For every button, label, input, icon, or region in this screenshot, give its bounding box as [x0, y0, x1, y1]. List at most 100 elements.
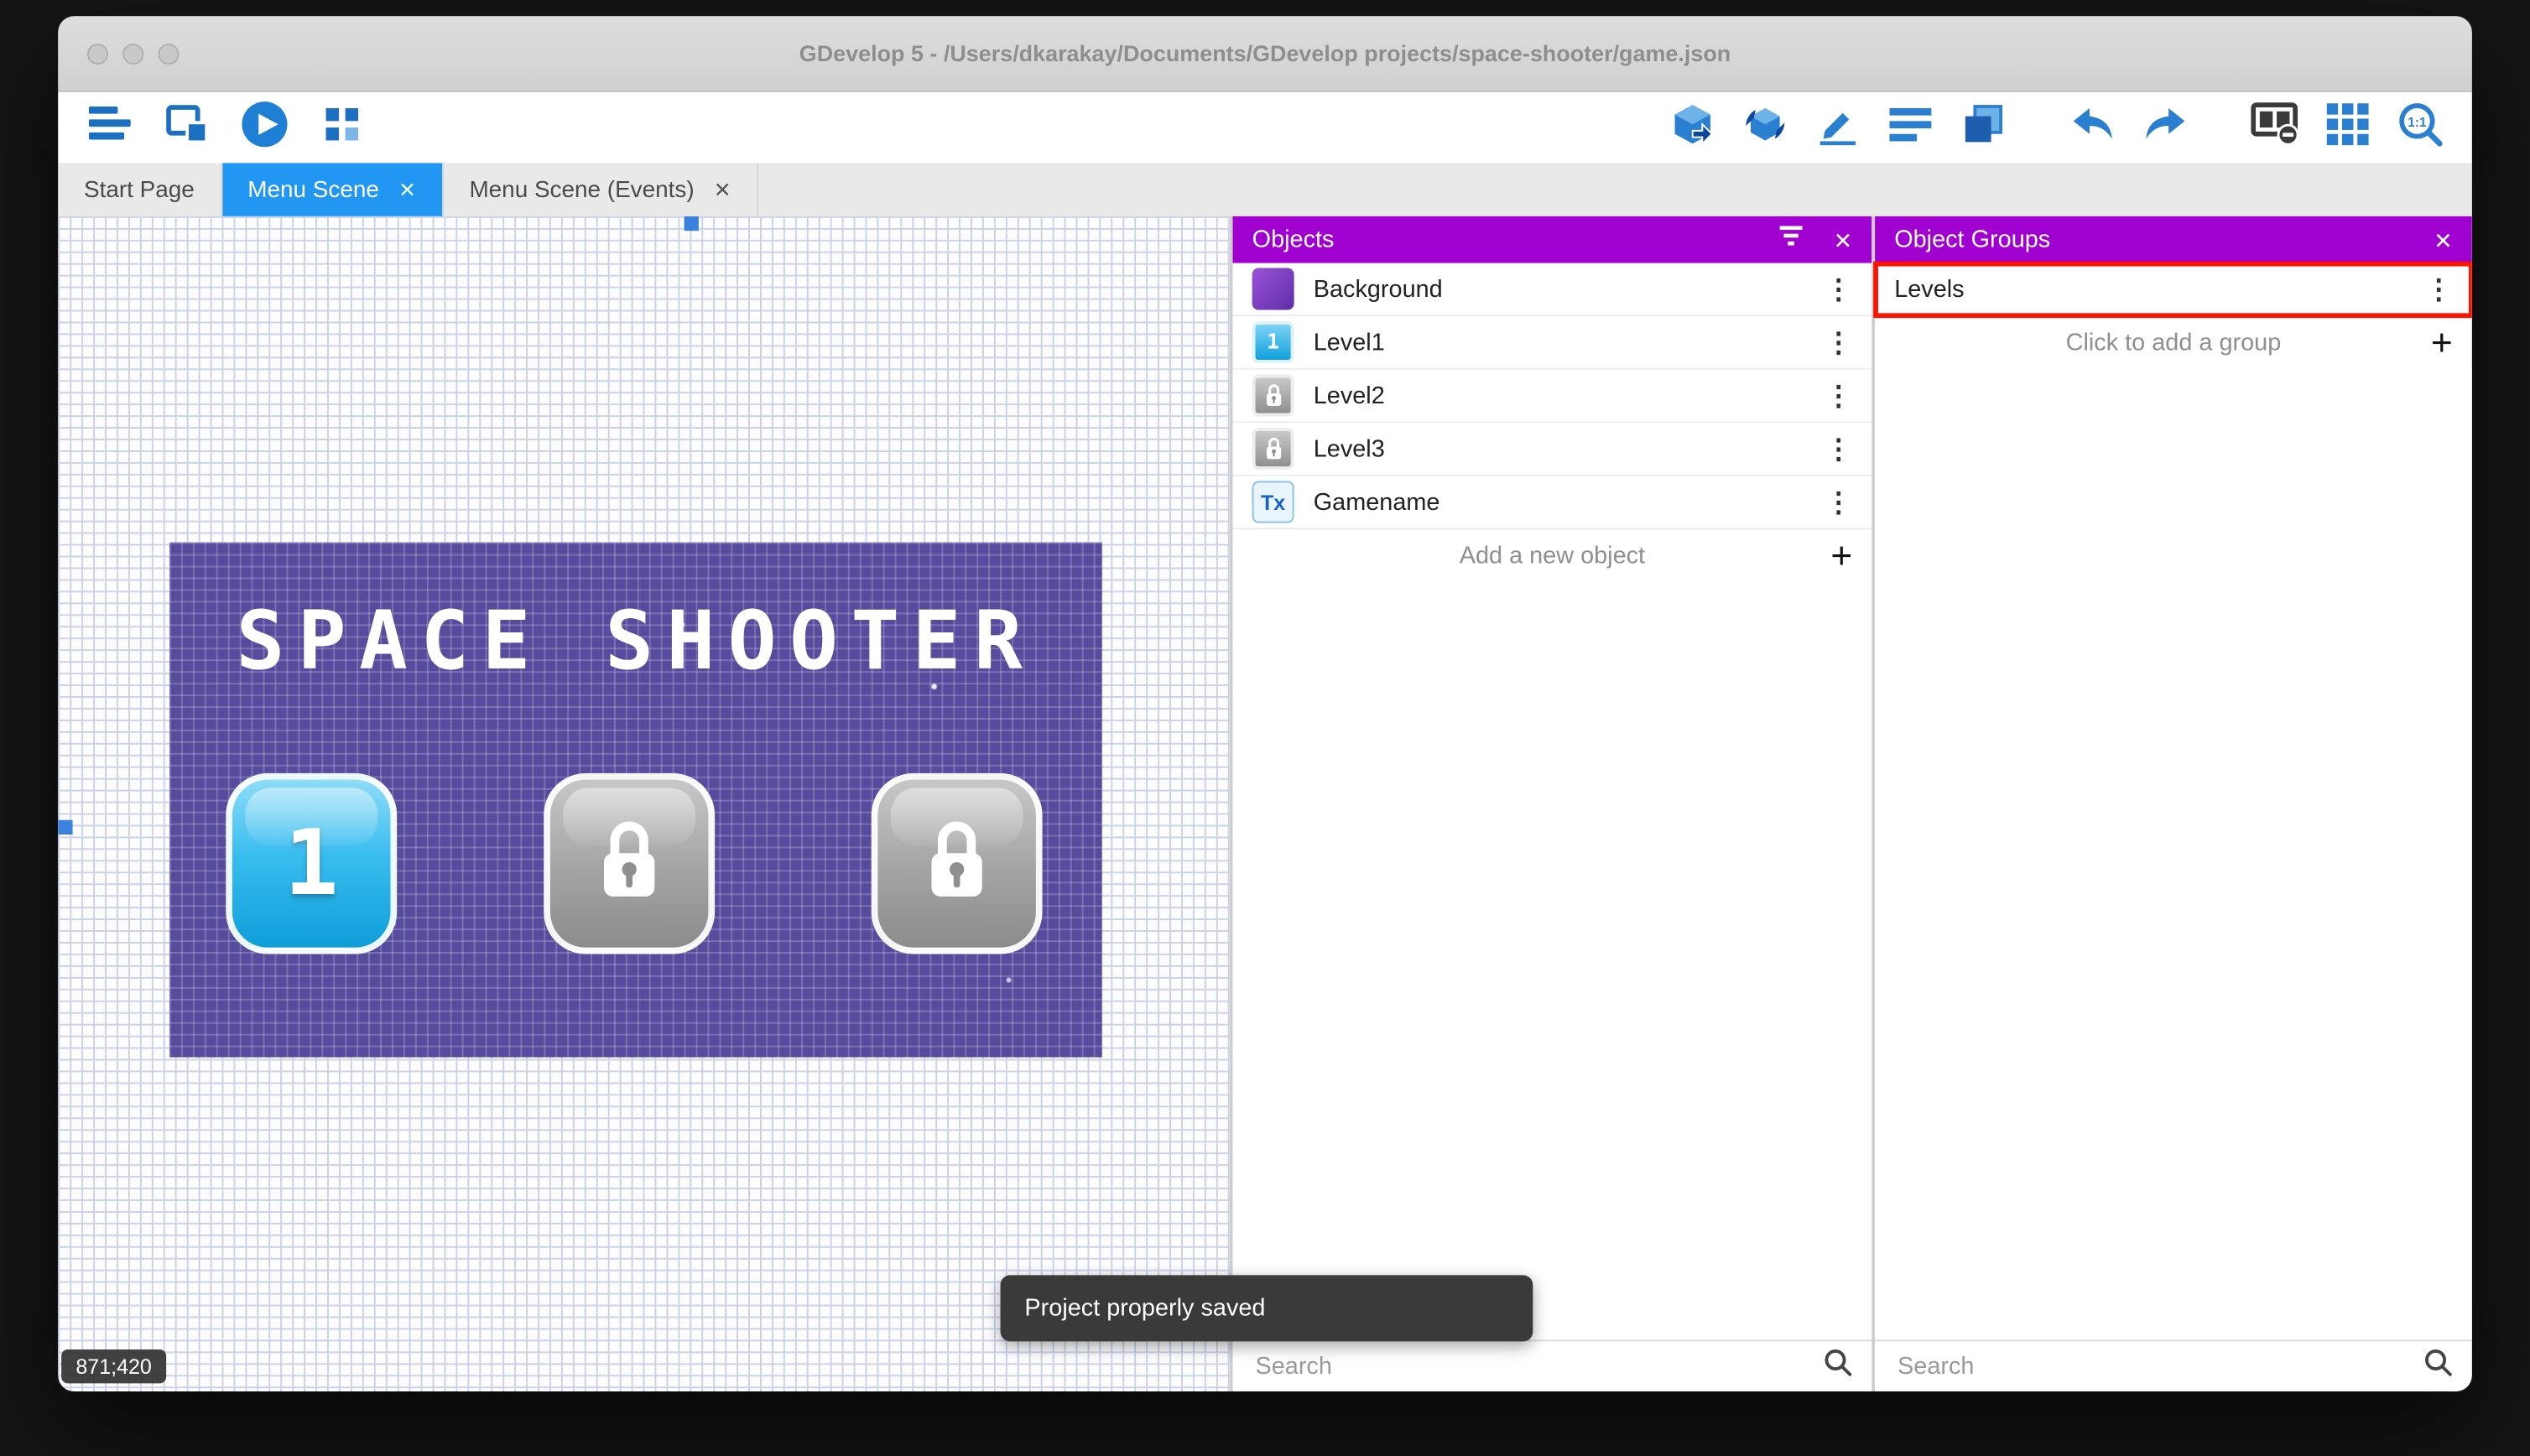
- object-groups-panel: Object Groups ✕ Levels ⋮ Click to add a …: [1873, 216, 2472, 1392]
- add-group-button[interactable]: Click to add a group +: [1875, 316, 2472, 370]
- scene-window-icon: [166, 104, 209, 151]
- preview-play-button[interactable]: [239, 101, 291, 153]
- cube-export-icon: [1672, 102, 1714, 153]
- export-object-button[interactable]: [1667, 101, 1719, 153]
- scene-editor-button[interactable]: [161, 101, 213, 153]
- background-object[interactable]: SPACE SHOOTER 1: [169, 542, 1102, 1058]
- play-icon: [241, 99, 289, 155]
- lock-icon: [919, 814, 993, 913]
- project-manager-button[interactable]: [84, 101, 136, 153]
- traffic-lights: [86, 16, 180, 91]
- redo-button[interactable]: [2140, 101, 2192, 153]
- group-row-levels[interactable]: Levels ⋮: [1873, 261, 2472, 319]
- tab-close-icon[interactable]: ✕: [714, 179, 731, 200]
- groups-panel-title: Object Groups: [1894, 226, 2051, 254]
- objects-panel-title: Objects: [1252, 226, 1335, 254]
- tab-label: Menu Scene (Events): [469, 176, 695, 203]
- object-name: Gamename: [1313, 488, 1440, 516]
- grid-icon: [2326, 102, 2369, 153]
- undo-button[interactable]: [2067, 101, 2119, 153]
- gdevelop-window: GDevelop 5 - /Users/dkarakay/Documents/G…: [58, 16, 2472, 1392]
- layers-panel-button[interactable]: [1957, 101, 2009, 153]
- object-name: Background: [1313, 275, 1443, 303]
- selection-handle[interactable]: [684, 216, 699, 231]
- add-object-label: Add a new object: [1459, 542, 1646, 570]
- close-icon[interactable]: ✕: [1834, 228, 1853, 251]
- kebab-menu-icon[interactable]: ⋮: [1825, 275, 1852, 303]
- search-icon: [1824, 1348, 1853, 1385]
- kebab-menu-icon[interactable]: ⋮: [1825, 329, 1852, 356]
- tab-menu-scene[interactable]: Menu Scene ✕: [221, 163, 444, 216]
- zoom-level-label: 1:1: [2408, 115, 2427, 129]
- groups-panel-header: Object Groups ✕: [1875, 216, 2472, 263]
- save-toast: Project properly saved: [1000, 1275, 1533, 1342]
- close-window-button[interactable]: [86, 43, 108, 65]
- tab-menu-scene-events[interactable]: Menu Scene (Events) ✕: [444, 163, 759, 216]
- tab-label: Start Page: [84, 176, 195, 203]
- refresh-instances-button[interactable]: [1740, 101, 1792, 153]
- scene-canvas[interactable]: SPACE SHOOTER 1 871;420: [58, 216, 1230, 1392]
- main-toolbar: 1:1: [58, 91, 2472, 164]
- lock-thumbnail-icon: [1252, 428, 1294, 471]
- groups-panel-body: [1875, 369, 2472, 1340]
- tab-close-icon[interactable]: ✕: [398, 179, 416, 200]
- minimize-window-button[interactable]: [122, 43, 144, 65]
- level1-object[interactable]: 1: [226, 772, 398, 954]
- toolbar-left-group: [84, 101, 368, 153]
- edit-scene-button[interactable]: [1812, 101, 1864, 153]
- groups-search-bar: [1875, 1339, 2472, 1391]
- cursor-coordinates: 871;420: [61, 1349, 167, 1384]
- filter-icon[interactable]: [1778, 225, 1804, 256]
- filmstrip-minus-icon: [2251, 101, 2299, 153]
- screen: GDevelop 5 - /Users/dkarakay/Documents/G…: [0, 0, 2530, 1456]
- editor-tabbar: Start Page Menu Scene ✕ Menu Scene (Even…: [58, 163, 2472, 216]
- object-row-level2[interactable]: Level2 ⋮: [1232, 369, 1872, 424]
- debug-icon: [323, 104, 362, 151]
- objects-search-input[interactable]: [1252, 1350, 1811, 1382]
- group-name: Levels: [1894, 275, 1965, 303]
- objects-panel: Objects ✕ Background ⋮ 1 Level1 ⋮ Level2…: [1232, 216, 1872, 1392]
- toggle-grid-button[interactable]: [2322, 101, 2374, 153]
- level1-number: 1: [284, 811, 339, 917]
- toast-message: Project properly saved: [1024, 1294, 1266, 1323]
- lock-thumbnail-icon: [1252, 374, 1294, 417]
- lock-icon: [592, 814, 666, 913]
- objects-search-bar: [1232, 1339, 1872, 1391]
- plus-icon[interactable]: +: [2431, 324, 2453, 361]
- kebab-menu-icon[interactable]: ⋮: [2425, 275, 2453, 303]
- text-object-thumbnail-icon: Tx: [1252, 481, 1294, 523]
- main-content: SPACE SHOOTER 1 871;420 Objects ✕ Backgr…: [58, 216, 2472, 1392]
- selection-handle[interactable]: [58, 819, 73, 835]
- undo-arrow-icon: [2070, 104, 2116, 151]
- object-name: Level2: [1313, 382, 1385, 409]
- properties-list-button[interactable]: [1885, 101, 1937, 153]
- level2-object[interactable]: [544, 772, 716, 954]
- object-row-level1[interactable]: 1 Level1 ⋮: [1232, 316, 1872, 370]
- groups-search-input[interactable]: [1894, 1350, 2411, 1382]
- toggle-instances-list-button[interactable]: [2249, 101, 2301, 153]
- redo-arrow-icon: [2142, 104, 2188, 151]
- level3-object[interactable]: [871, 772, 1043, 954]
- debug-preview-button[interactable]: [316, 101, 368, 153]
- object-row-background[interactable]: Background ⋮: [1232, 263, 1872, 317]
- zoom-reset-button[interactable]: 1:1: [2394, 101, 2446, 153]
- maximize-window-button[interactable]: [158, 43, 180, 65]
- object-name: Level1: [1313, 328, 1385, 356]
- objects-panel-body: [1232, 582, 1872, 1340]
- add-new-object-button[interactable]: Add a new object +: [1233, 529, 1872, 583]
- zoom-1-1-icon: 1:1: [2397, 101, 2443, 154]
- project-manager-icon: [88, 106, 131, 149]
- pencil-icon: [1817, 102, 1859, 153]
- object-row-level3[interactable]: Level3 ⋮: [1232, 423, 1872, 476]
- kebab-menu-icon[interactable]: ⋮: [1825, 435, 1852, 463]
- tab-start-page[interactable]: Start Page: [58, 163, 222, 216]
- search-icon: [2423, 1348, 2453, 1385]
- toolbar-right-group: 1:1: [1667, 101, 2446, 153]
- close-icon[interactable]: ✕: [2434, 228, 2453, 251]
- objects-panel-header: Objects ✕: [1232, 216, 1872, 263]
- object-row-gamename[interactable]: Tx Gamename ⋮: [1232, 476, 1872, 530]
- plus-icon[interactable]: +: [1830, 537, 1852, 575]
- kebab-menu-icon[interactable]: ⋮: [1825, 488, 1852, 516]
- kebab-menu-icon[interactable]: ⋮: [1825, 382, 1852, 409]
- cube-sync-icon: [1744, 102, 1786, 153]
